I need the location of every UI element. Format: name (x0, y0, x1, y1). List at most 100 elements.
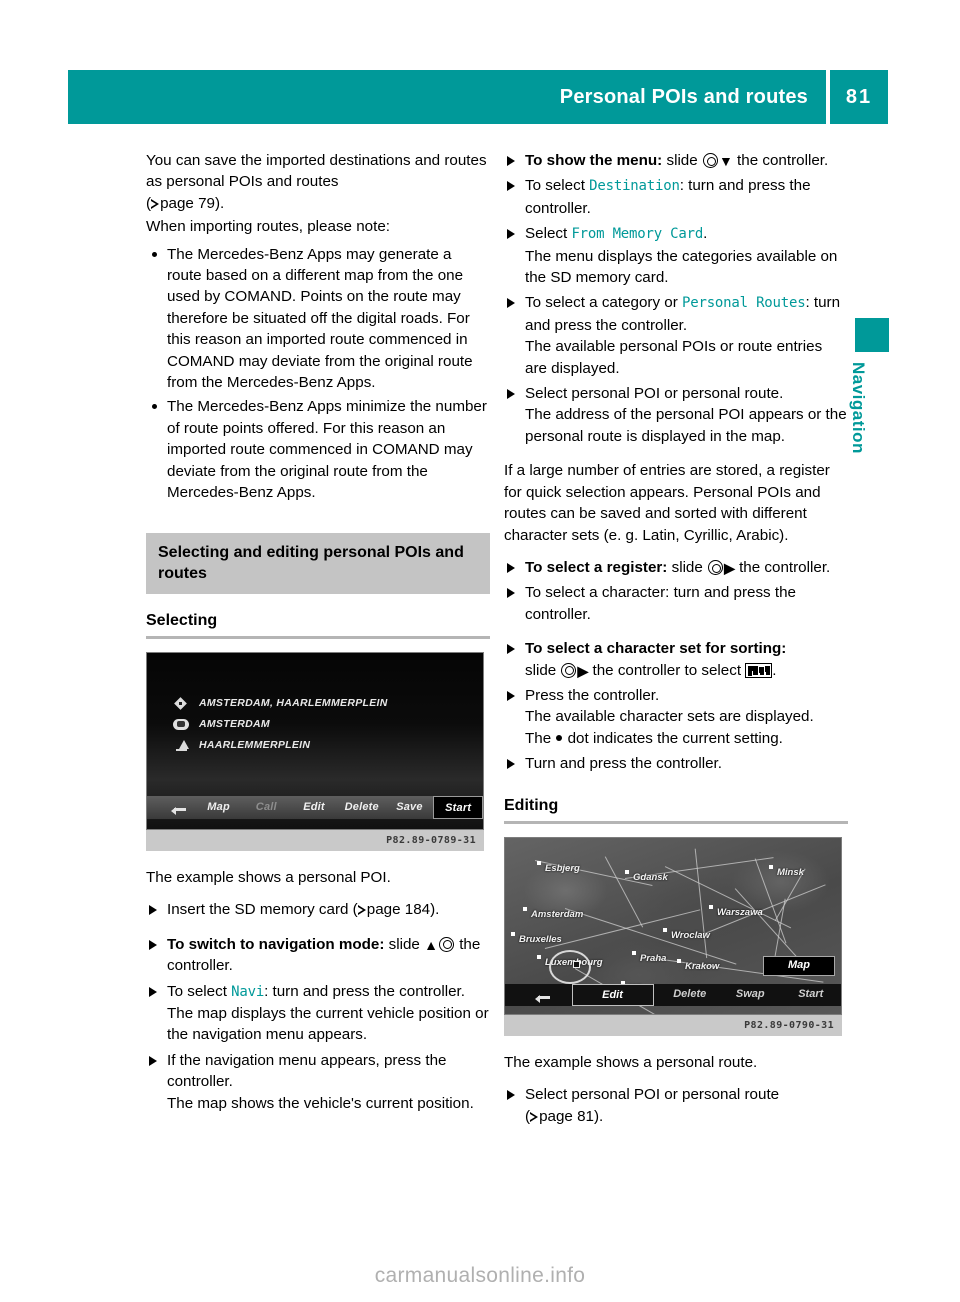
step-bold-label: To switch to navigation mode: (167, 935, 385, 953)
list-item: The Mercedes-Benz Apps may generate a ro… (146, 244, 490, 394)
dot-text-pre: The (525, 729, 556, 747)
step-switch-nav-mode: To switch to navigation mode: slide ▲ th… (146, 934, 490, 977)
step-tail: . (703, 225, 708, 243)
controller-icon (561, 662, 577, 678)
bullet-dot-icon (556, 734, 563, 741)
controller-icon (702, 153, 718, 168)
diamond-poi-icon (173, 697, 191, 710)
step-text: slide (667, 558, 703, 576)
map-city-label: Krakow (676, 956, 719, 977)
step-result-text: The available personal POIs or route ent… (525, 338, 823, 377)
chapter-tab-marker (855, 318, 889, 352)
step-bold-label: To select a register: (525, 558, 668, 576)
menu-item-delete[interactable]: Delete (338, 797, 386, 818)
step-tail2: . (772, 661, 777, 679)
section-heading: Selecting and editing personal POIs and … (146, 532, 490, 594)
map-button[interactable]: Map (763, 955, 835, 976)
ui-term-personal-routes: Personal Routes (682, 295, 806, 312)
comand-menu-bar: Map Call Edit Delete Save Start (147, 795, 483, 819)
menu-item-swap[interactable]: Swap (720, 984, 781, 1005)
intro-paragraph: You can save the imported destinations a… (146, 152, 487, 212)
step-page-ref: (page 81). (525, 1107, 604, 1125)
step-text: To select a category or (525, 294, 683, 312)
map-city-label: Warszawa (709, 902, 763, 923)
route-marker-icon (573, 960, 580, 968)
step-tail: the controller to select (588, 661, 742, 679)
intro-note: When importing routes, please note: (146, 218, 390, 236)
list-item[interactable]: AMSTERDAM, HAARLEMMERPLEIN (173, 693, 463, 714)
charset-icon (745, 662, 773, 678)
step-text: Select personal POI or personal route (525, 1086, 780, 1104)
step-text: Select personal POI or personal route. (525, 385, 784, 403)
map-city-label: Esbjerg (537, 858, 580, 879)
menu-item-map[interactable]: Map (195, 797, 243, 818)
step-select-category: To select a category or Personal Routes:… (504, 292, 848, 379)
list-item: The Mercedes-Benz Apps minimize the numb… (146, 396, 490, 503)
step-text: Insert the SD memory card ( (167, 901, 358, 919)
step-text: To select (525, 177, 590, 195)
step-tail: the controller. (732, 152, 829, 169)
menu-item-start[interactable]: Start (433, 795, 483, 819)
footer-watermark: carmanualsonline.info (374, 1264, 586, 1287)
step-select-personal-poi: Select personal POI or personal route. T… (504, 383, 848, 447)
figure-example-text: The example shows a personal POI. (146, 868, 391, 886)
figure-caption: P82.89-0789-31 (146, 829, 484, 851)
chapter-label-navigation: Navigation (849, 362, 868, 454)
comand-menu-bar: Edit Delete Swap Start (505, 983, 842, 1006)
step-text: slide (384, 935, 420, 953)
intro-text: You can save the imported destinations a… (146, 152, 487, 191)
left-column: You can save the imported destinations a… (146, 150, 490, 1118)
step-result-text: The address of the personal POI appears … (525, 406, 847, 445)
ui-term-destination: Destination (589, 178, 680, 195)
page-ref-79: page 79 (160, 194, 215, 212)
menu-item-edit[interactable]: Edit (571, 983, 654, 1006)
step-show-menu: To show the menu: slide ▼ the controller… (504, 150, 848, 171)
map-city-label: Wroclaw (663, 925, 710, 946)
menu-item-call: Call (255, 800, 277, 813)
step-press-controller: Press the controller. The available char… (504, 685, 848, 749)
step-text: Press the controller. (525, 686, 660, 704)
menu-item-edit[interactable]: Edit (290, 797, 338, 818)
step-text: To select a character: turn and press th… (525, 584, 796, 623)
step-result-text: The map shows the vehicle's current posi… (167, 1094, 474, 1112)
notes-list: The Mercedes-Benz Apps may generate a ro… (146, 244, 490, 504)
page-ref-arrow-icon (357, 905, 366, 916)
step-text: Select (525, 225, 572, 243)
step-select-character-set: To select a character set for sorting: s… (504, 638, 848, 681)
step-bold-label: To select a character set for sorting: (525, 640, 787, 658)
page-ref-81: page 81 (539, 1107, 594, 1125)
flag-icon (173, 739, 191, 752)
menu-item-save[interactable]: Save (386, 797, 434, 818)
controller-icon (438, 936, 454, 952)
comand-screen-poi: AMSTERDAM, HAARLEMMERPLEIN AMSTERDAM HAA… (146, 651, 484, 830)
poi-row-list: AMSTERDAM, HAARLEMMERPLEIN AMSTERDAM HAA… (173, 693, 463, 756)
list-item[interactable]: HAARLEMMERPLEIN (173, 735, 463, 756)
map-city-label: Minsk (769, 862, 804, 883)
menu-item-delete[interactable]: Delete (660, 984, 721, 1005)
divider (504, 820, 848, 824)
step-turn-press-controller: Turn and press the controller. (504, 753, 848, 774)
menu-item-start[interactable]: Start (781, 984, 842, 1005)
figure-caption: P82.89-0790-31 (504, 1014, 842, 1036)
step-result-text: The map displays the current vehicle pos… (167, 1004, 489, 1044)
route-highlight (549, 949, 591, 984)
controller-icon (708, 559, 724, 575)
arrow-down-icon: ▼ (718, 153, 733, 169)
poi-row-label: AMSTERDAM, HAARLEMMERPLEIN (199, 696, 388, 709)
page-header: Personal POIs and routes 81 (68, 70, 888, 124)
page-ref-184: page 184 (366, 901, 431, 919)
comand-screen-map: Esbjerg Gdansk Minsk Amsterdam Warszawa … (504, 836, 842, 1015)
step-tail: ). (593, 1107, 604, 1125)
step-select-character: To select a character: turn and press th… (504, 582, 848, 625)
arrow-right-icon: ▶ (724, 559, 735, 576)
page-ref-arrow-icon (530, 1111, 539, 1122)
ui-term-navi: Navi (231, 983, 265, 1000)
arrow-right-icon: ▶ (577, 662, 589, 679)
step-select-destination: To select Destination: turn and press th… (504, 175, 848, 219)
step-text: Turn and press the controller. (525, 755, 722, 773)
step-tail: : turn and press the controller. (264, 982, 466, 1000)
page-title: Personal POIs and routes (68, 70, 826, 124)
list-item[interactable]: AMSTERDAM (173, 714, 463, 735)
map-city-label: Gdansk (625, 867, 668, 888)
step-select-personal-poi-final: Select personal POI or personal route (p… (504, 1084, 848, 1127)
